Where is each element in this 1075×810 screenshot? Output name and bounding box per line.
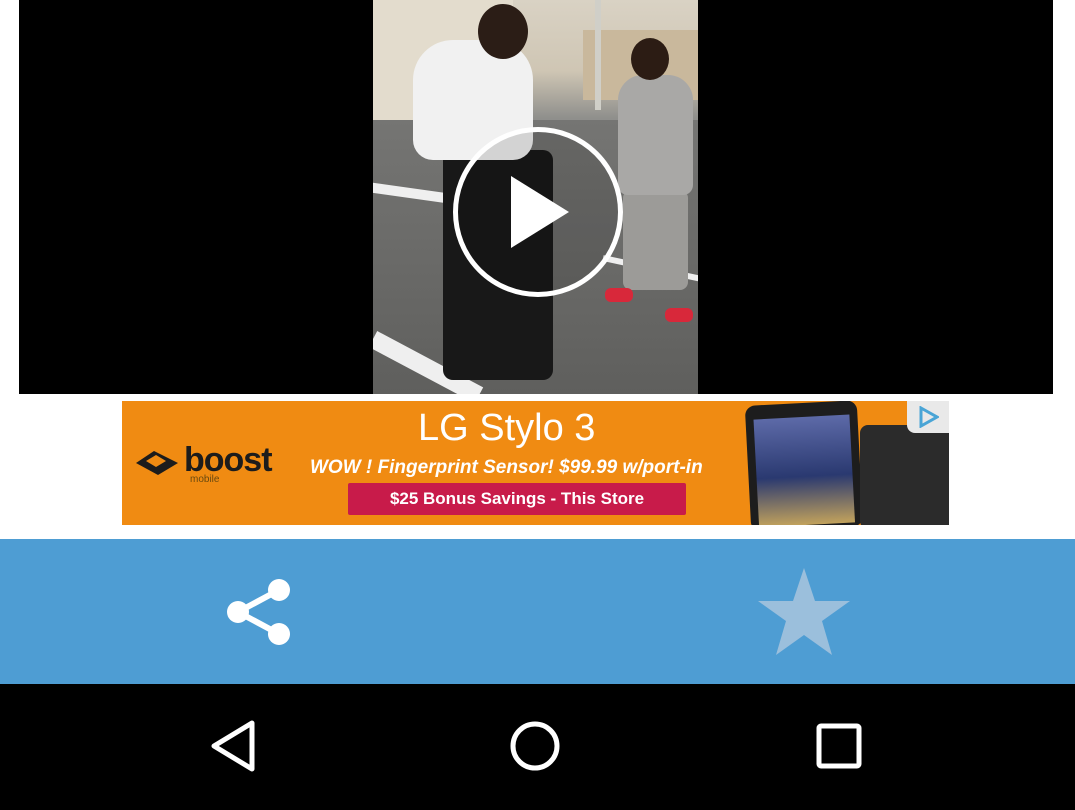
adchoices-button[interactable] [907,401,949,433]
thumbnail-person-head [631,38,669,80]
home-circle-icon [510,721,560,771]
thumbnail-shoe [605,288,633,302]
ad-phone-screen [753,414,856,525]
share-icon [227,579,290,645]
play-button[interactable] [453,127,623,297]
back-triangle-icon [211,720,255,772]
thumbnail-person [623,190,688,290]
thumbnail-pole [595,0,601,110]
ad-offer: WOW ! Fingerprint Sensor! $99.99 w/port-… [310,457,703,478]
thumbnail-person-head [478,4,528,59]
boost-logo-icon [136,451,178,475]
back-button[interactable] [197,710,269,782]
ad-banner[interactable]: boost mobile LG Stylo 3 WOW ! Fingerprin… [122,401,949,525]
home-button[interactable] [499,710,571,782]
recents-square-icon [816,723,862,769]
action-bar [0,539,1075,684]
thumbnail-shoe [665,308,693,322]
star-icon [758,568,850,655]
ad-brand-sub: mobile [190,474,220,485]
favorite-button[interactable] [752,562,856,662]
thumbnail-person-body [618,75,693,195]
ad-headline: LG Stylo 3 [418,407,596,449]
ad-phone-image [744,401,864,525]
play-circle-icon [511,176,569,248]
adchoices-icon [919,406,939,428]
recents-button[interactable] [803,710,875,782]
ad-phone-back-image [860,425,949,525]
share-button[interactable] [207,568,311,656]
ad-cta-button[interactable]: $25 Bonus Savings - This Store [348,483,686,515]
